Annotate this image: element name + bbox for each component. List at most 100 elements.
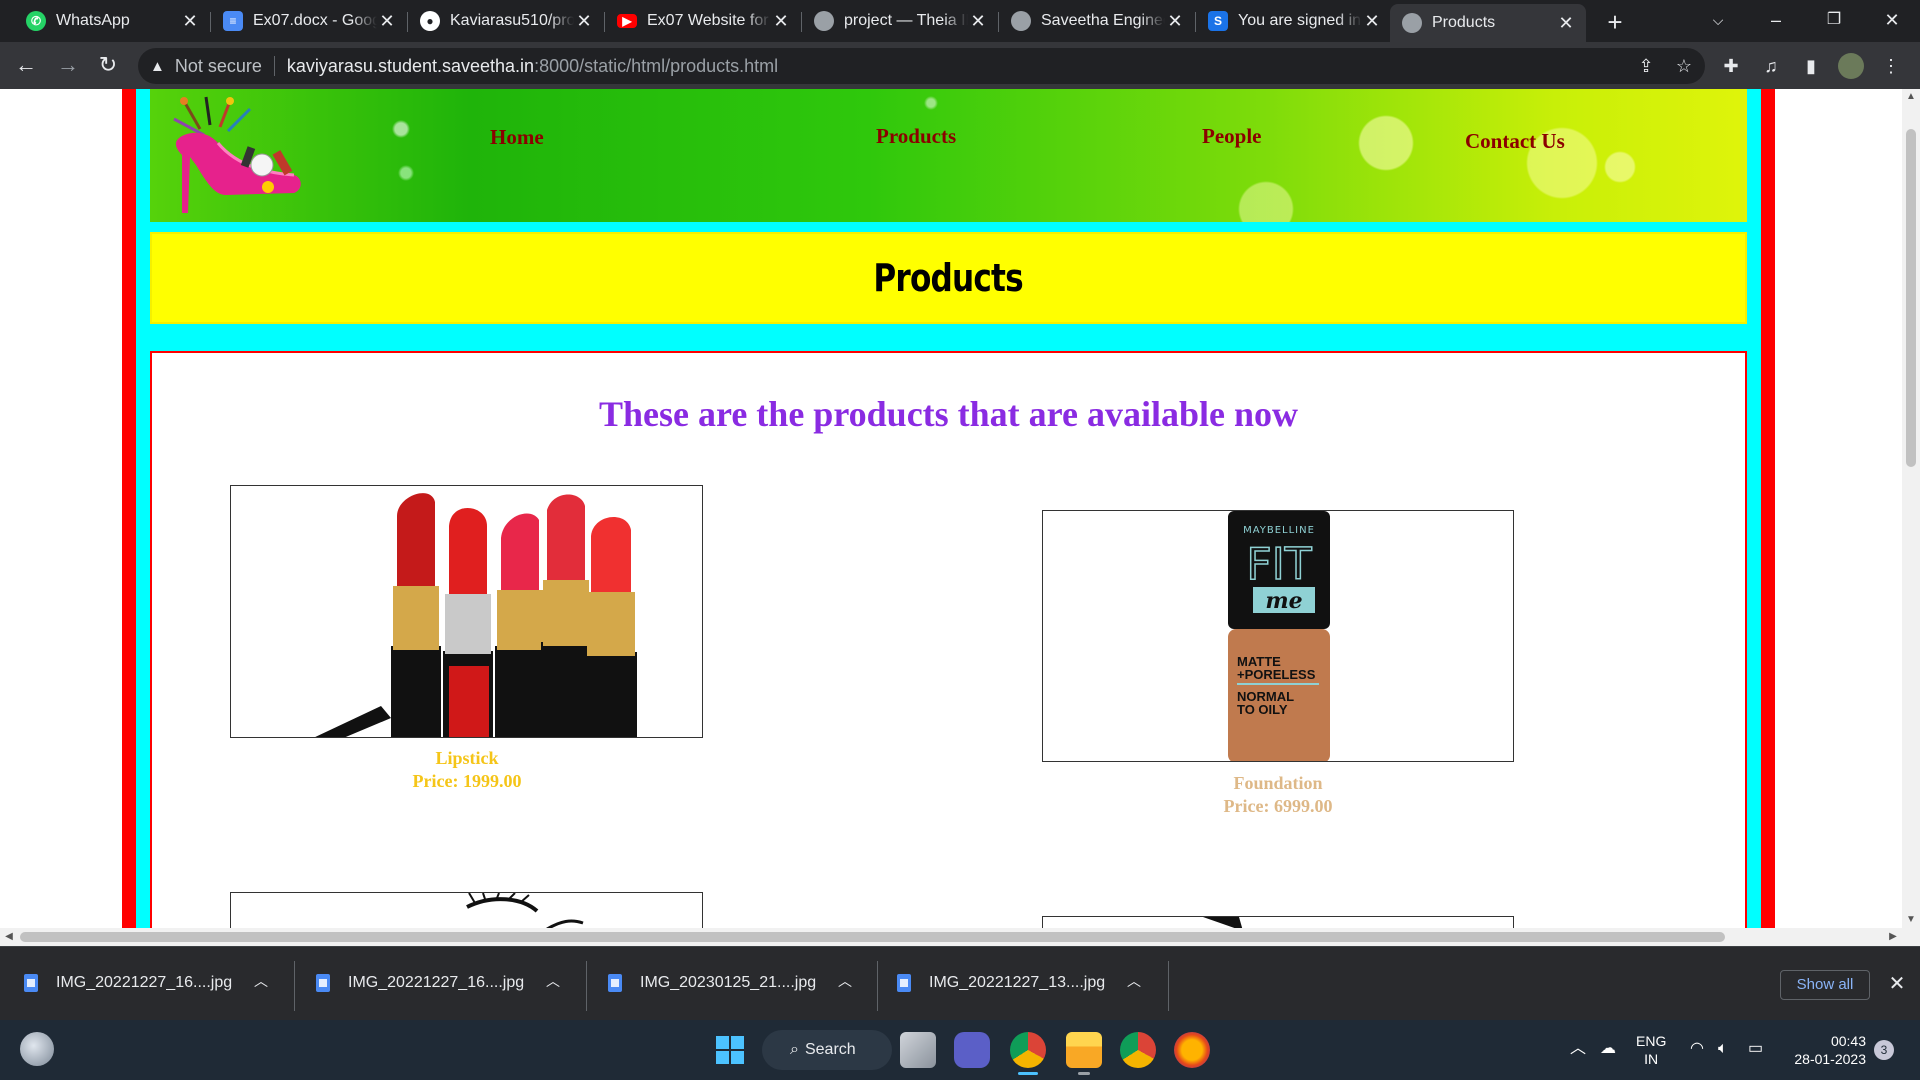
chevron-up-icon[interactable]: ︿	[1127, 971, 1141, 991]
download-item[interactable]: IMG_20221227_13....jpg ︿	[873, 961, 1163, 1005]
downloads-bar: IMG_20221227_16....jpg ︿ IMG_20221227_16…	[0, 946, 1920, 1020]
scroll-left-arrow[interactable]: ◀	[0, 928, 18, 946]
image-file-icon	[24, 974, 38, 992]
chevron-up-icon[interactable]: ︿	[254, 971, 268, 991]
firefox-icon[interactable]	[1174, 1032, 1210, 1068]
menu-kebab-icon[interactable]: ⋮	[1874, 50, 1908, 82]
image-file-icon	[897, 974, 911, 992]
teams-chat-icon[interactable]	[954, 1032, 990, 1068]
close-icon[interactable]: ✕	[574, 11, 594, 31]
globe-icon	[1402, 13, 1422, 33]
time: 00:43	[1830, 1033, 1866, 1049]
tab-title: Kaviarasu510/project	[450, 12, 574, 29]
download-item[interactable]: IMG_20230125_21....jpg ︿	[584, 961, 874, 1005]
tab-signed-in[interactable]: S You are signed in ✕	[1196, 4, 1392, 38]
browser-toolbar: ← → ↻ ▲ Not secure kaviyarasu.student.sa…	[0, 42, 1920, 89]
forward-button[interactable]: →	[52, 50, 84, 82]
nav-contact-link[interactable]: Contact Us	[1465, 129, 1565, 154]
scroll-right-arrow[interactable]: ▶	[1884, 928, 1902, 946]
lipstick-image	[230, 485, 703, 738]
clock[interactable]: 00:43 28-01-2023	[1786, 1032, 1866, 1068]
show-all-button[interactable]: Show all	[1780, 970, 1870, 1000]
youtube-icon: ▶	[617, 14, 637, 28]
taskbar-search[interactable]: ⌕ Search	[762, 1030, 892, 1070]
close-icon[interactable]: ✕	[1556, 13, 1576, 33]
language-code: ENG	[1636, 1033, 1667, 1049]
tab-search-icon[interactable]: ⌵	[1690, 0, 1746, 42]
globe-icon	[814, 11, 834, 31]
warning-icon[interactable]: ▲	[150, 58, 165, 75]
tab-products[interactable]: Products ✕	[1390, 4, 1586, 42]
vertical-scrollbar[interactable]: ▲ ▼	[1902, 89, 1920, 928]
address-bar[interactable]: ▲ Not secure kaviyarasu.student.saveetha…	[138, 48, 1705, 84]
new-tab-button[interactable]: +	[1600, 8, 1630, 38]
foundation-caption: Foundation Price: 6999.00	[1043, 772, 1513, 818]
search-icon: ⌕	[790, 1041, 799, 1058]
download-item[interactable]: IMG_20221227_16....jpg ︿	[292, 961, 582, 1005]
scroll-up-arrow[interactable]: ▲	[1902, 89, 1920, 105]
share-icon[interactable]: ⇪	[1628, 48, 1664, 84]
chevron-up-icon[interactable]: ︿	[838, 971, 852, 991]
nav-home-link[interactable]: Home	[490, 125, 544, 150]
close-icon[interactable]: ✕	[1362, 11, 1382, 31]
chrome-icon[interactable]	[1010, 1032, 1046, 1068]
close-icon[interactable]: ✕	[1165, 11, 1185, 31]
close-icon[interactable]: ✕	[180, 11, 200, 31]
foundation-me: me	[1265, 588, 1302, 614]
horizontal-scroll-thumb[interactable]	[20, 932, 1725, 942]
nav-products-link[interactable]: Products	[876, 124, 956, 149]
bookmark-star-icon[interactable]: ☆	[1666, 48, 1702, 84]
nav-people-link[interactable]: People	[1202, 124, 1261, 149]
close-window-button[interactable]: ✕	[1864, 0, 1920, 42]
close-icon[interactable]: ✕	[377, 11, 397, 31]
close-icon[interactable]: ✕	[968, 11, 988, 31]
tab-whatsapp[interactable]: ✆ WhatsApp ✕	[14, 4, 210, 38]
chevron-up-icon[interactable]: ︿	[1570, 1040, 1586, 1058]
tab-google-docs[interactable]: ≡ Ex07.docx - Google Docs ✕	[211, 4, 407, 38]
windows-start-icon[interactable]	[712, 1032, 748, 1068]
extensions-icon[interactable]: ✚	[1714, 50, 1748, 82]
scroll-down-arrow[interactable]: ▼	[1902, 912, 1920, 928]
url-path[interactable]: :8000/static/html/products.html	[534, 56, 778, 77]
reload-button[interactable]: ↻	[92, 50, 124, 82]
tab-github[interactable]: ● Kaviarasu510/project ✕	[408, 4, 604, 38]
download-item[interactable]: IMG_20221227_16....jpg ︿	[0, 961, 290, 1005]
tab-title: Saveetha Engineering	[1041, 12, 1165, 29]
notification-badge[interactable]: 3	[1874, 1040, 1894, 1060]
wifi-icon[interactable]: ◠	[1690, 1040, 1704, 1058]
file-explorer-icon[interactable]	[1066, 1032, 1102, 1068]
close-downloads-button[interactable]: ✕	[1882, 969, 1912, 999]
weather-icon[interactable]	[20, 1032, 54, 1066]
tab-title: project — Theia IDE	[844, 12, 968, 29]
volume-icon[interactable]: 🔈︎	[1718, 1040, 1728, 1058]
side-panel-icon[interactable]: ▮	[1794, 50, 1828, 82]
url-host[interactable]: kaviyarasu.student.saveetha.in	[287, 56, 534, 77]
tab-theia[interactable]: project — Theia IDE ✕	[802, 4, 998, 38]
close-icon[interactable]: ✕	[771, 11, 791, 31]
media-control-icon[interactable]: ♫	[1754, 50, 1788, 82]
horizontal-scrollbar[interactable]: ◀ ▶	[0, 928, 1920, 946]
page-viewport: Home Products People Contact Us Products…	[0, 89, 1902, 928]
language-indicator[interactable]: ENG IN	[1636, 1032, 1666, 1068]
tab-saveetha[interactable]: Saveetha Engineering ✕	[999, 4, 1195, 38]
tab-title: You are signed in	[1238, 12, 1362, 29]
products-subtitle: These are the products that are availabl…	[599, 394, 1298, 434]
battery-icon[interactable]: ▭	[1748, 1040, 1763, 1058]
task-view-icon[interactable]	[900, 1032, 936, 1068]
vertical-scroll-thumb[interactable]	[1906, 129, 1916, 467]
onedrive-icon[interactable]: ☁	[1600, 1040, 1616, 1058]
high-heel-makeup-logo	[173, 96, 301, 213]
chrome-icon[interactable]	[1120, 1032, 1156, 1068]
s-icon: S	[1208, 11, 1228, 31]
header-banner: Home Products People Contact Us	[150, 89, 1747, 222]
tab-title: Products	[1432, 14, 1496, 31]
profile-avatar[interactable]	[1834, 50, 1868, 82]
chevron-up-icon[interactable]: ︿	[546, 971, 560, 991]
minimize-button[interactable]: –	[1748, 0, 1804, 42]
tab-youtube[interactable]: ▶ Ex07 Website for ✕	[605, 4, 801, 38]
security-label[interactable]: Not secure	[175, 56, 262, 77]
restore-button[interactable]: ❐	[1806, 0, 1862, 42]
back-button[interactable]: ←	[10, 50, 42, 82]
open-app-indicator	[1078, 1072, 1090, 1075]
image-file-icon	[316, 974, 330, 992]
